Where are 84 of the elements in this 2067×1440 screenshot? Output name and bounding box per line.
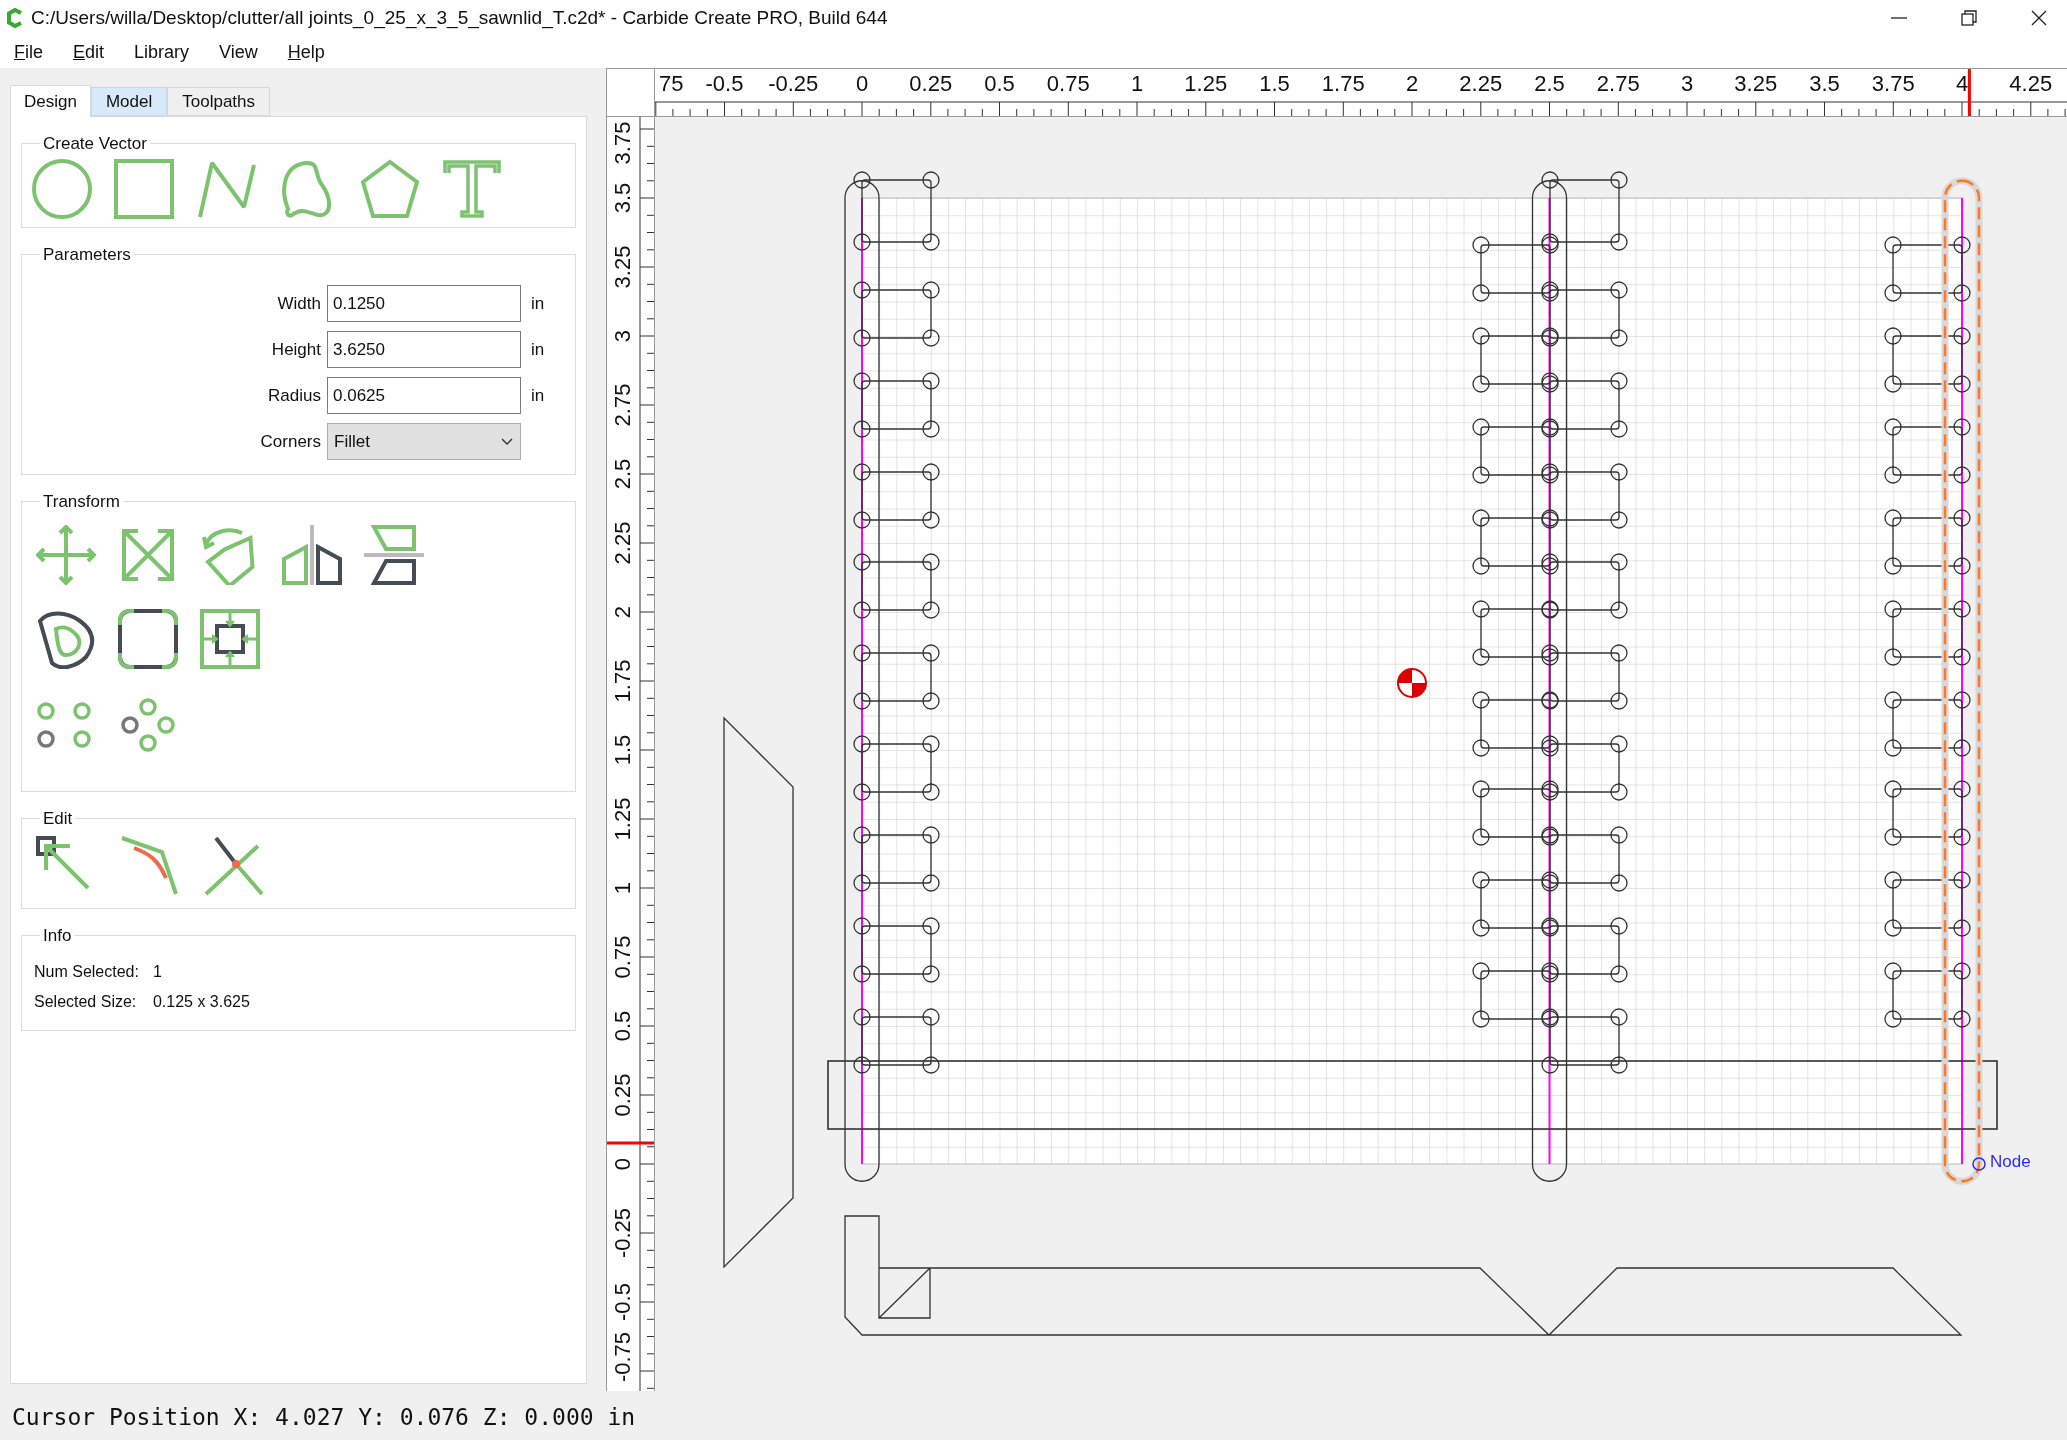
- tab[interactable]: Model: [90, 87, 168, 116]
- ruler-label: 1.25: [612, 797, 634, 841]
- ruler-label: 2.5: [1534, 73, 1565, 95]
- info-label: Num Selected:: [34, 962, 139, 982]
- ruler-label: -0.5: [612, 1283, 634, 1321]
- group-title: Transform: [42, 491, 121, 513]
- trim-icon[interactable]: [204, 835, 264, 896]
- ruler-label: -0.25: [612, 1207, 634, 1259]
- flip-tool-icon[interactable]: [364, 524, 424, 585]
- ruler-label: 2.75: [612, 383, 634, 427]
- ruler-label: 1: [1130, 73, 1144, 95]
- info-label: Selected Size:: [34, 992, 138, 1012]
- center-target-icon: [1397, 668, 1427, 698]
- input-field[interactable]: 0.1250: [327, 285, 521, 322]
- ruler-label: 2.5: [612, 458, 634, 490]
- menu-item[interactable]: View: [211, 36, 266, 68]
- ruler-label: 3.75: [1871, 73, 1915, 95]
- ruler-label: 4.25: [2009, 73, 2053, 95]
- ruler-label: 1.75: [1321, 73, 1365, 95]
- ruler-label: -0.5: [705, 73, 744, 95]
- info-value: 1: [152, 962, 163, 982]
- ruler-label: 2.25: [1459, 73, 1503, 95]
- field-label: Height: [270, 338, 322, 361]
- unit-label: in: [531, 292, 545, 315]
- ruler-label: 1.75: [612, 659, 634, 703]
- ruler-label: 2: [612, 605, 634, 619]
- group-title: Parameters: [42, 243, 132, 266]
- ruler-label: 0.5: [612, 1010, 634, 1042]
- ruler-label: 4: [1955, 73, 1969, 95]
- ruler-label: 3.5: [612, 182, 634, 214]
- tab[interactable]: Toolpaths: [167, 87, 270, 116]
- unit-label: in: [531, 384, 545, 407]
- selected-slot[interactable]: [1941, 177, 1983, 1185]
- ruler-label: 3.5: [1809, 73, 1840, 95]
- menu-item[interactable]: Library: [126, 36, 198, 68]
- mirror-tool-icon[interactable]: [282, 524, 342, 585]
- info-value: 0.125 x 3.625: [152, 992, 251, 1012]
- app-logo-icon: [6, 8, 24, 28]
- curve-edit-icon[interactable]: [120, 835, 180, 896]
- ruler-label: 1.5: [1259, 73, 1290, 95]
- ruler-label: 0.25: [909, 73, 953, 95]
- input-field[interactable]: 0.0625: [327, 377, 521, 414]
- ruler-label: 2: [1405, 73, 1419, 95]
- ruler-label: 1.5: [612, 734, 634, 766]
- menu-item[interactable]: Edit: [65, 36, 113, 68]
- close-icon[interactable]: [2029, 8, 2049, 28]
- ruler-label: 1: [612, 881, 634, 895]
- field-label: Width: [276, 292, 322, 315]
- menu-item[interactable]: Help: [279, 36, 333, 68]
- node-label: Node: [1990, 1153, 2031, 1170]
- node-handle[interactable]: [1972, 1157, 1986, 1171]
- tab[interactable]: Design: [10, 85, 91, 117]
- cursor-position-text: Cursor Position X: 4.027 Y: 0.076 Z: 0.000 in: [12, 1403, 636, 1433]
- field-label: Radius: [267, 384, 322, 407]
- corners-dropdown[interactable]: Fillet: [327, 423, 521, 460]
- restore-icon[interactable]: [1959, 8, 1979, 28]
- ruler-label: 0.75: [612, 935, 634, 979]
- group-title: Create Vector: [42, 133, 148, 155]
- ruler-label: 0.5: [984, 73, 1015, 95]
- unit-label: in: [531, 338, 545, 361]
- ruler-label: 2.75: [1596, 73, 1640, 95]
- input-field[interactable]: 3.6250: [327, 331, 521, 368]
- ruler-label: 0: [855, 73, 869, 95]
- group-title: Info: [42, 924, 73, 947]
- ruler-label: 2.25: [612, 521, 634, 565]
- field-label: Corners: [259, 430, 322, 453]
- ruler-label: 75: [659, 73, 684, 95]
- menu-item[interactable]: File: [6, 36, 51, 68]
- group-title: Edit: [42, 808, 74, 830]
- ruler-label: 3.25: [612, 245, 634, 289]
- align-tool-icon[interactable]: [200, 608, 260, 669]
- ruler-label: 1.25: [1184, 73, 1228, 95]
- ruler-label: 3: [1680, 73, 1694, 95]
- ruler-label: 3.25: [1734, 73, 1778, 95]
- window-title: C:/Users/willa/Desktop/clutter/all joints_0_25_x_3_5_sawnlid_T.c2d* - Carbide Create PRO, Build 644: [31, 5, 888, 31]
- ruler-label: 0: [612, 1157, 634, 1171]
- fillet-tool-icon[interactable]: [118, 608, 178, 669]
- ruler-label: 0.75: [1046, 73, 1090, 95]
- chevron-down-icon: [500, 436, 514, 447]
- ruler-label: -0.75: [612, 1331, 634, 1383]
- ruler-label: 3: [612, 329, 634, 343]
- ruler-label: -0.25: [768, 73, 819, 95]
- ruler-label: 3.75: [612, 121, 634, 165]
- ruler-label: 0.25: [612, 1073, 634, 1117]
